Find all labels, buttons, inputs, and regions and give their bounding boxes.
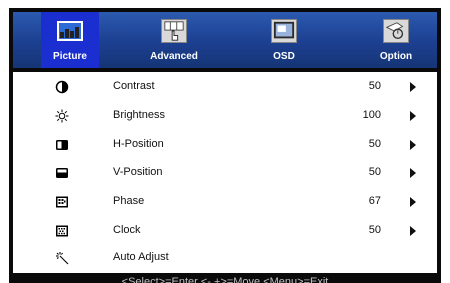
- menu-item-label: Brightness: [113, 109, 165, 121]
- arrow-right-icon[interactable]: [410, 226, 416, 236]
- picture-icon: [53, 16, 87, 46]
- option-icon: [383, 19, 409, 43]
- tab-advanced[interactable]: Advanced: [131, 12, 217, 68]
- arrow-right-icon[interactable]: [410, 168, 416, 178]
- tab-label: Advanced: [150, 51, 198, 62]
- clock-icon: [55, 224, 69, 238]
- arrow-right-icon[interactable]: [410, 140, 416, 150]
- tab-label: OSD: [273, 51, 295, 62]
- tab-label: Picture: [53, 51, 87, 62]
- menu-item-label: Auto Adjust: [113, 251, 169, 263]
- menu-item-contrast[interactable]: Contrast 50: [13, 72, 437, 102]
- tab-picture[interactable]: Picture: [41, 12, 99, 68]
- osd-window: Picture Advanced OSD Option Contrast 50 …: [9, 8, 441, 283]
- auto-adjust-icon: [55, 251, 69, 265]
- status-bar: <Select>=Enter <- +>=Move <Menu>=Exit: [121, 276, 329, 283]
- menu-item-label: Phase: [113, 195, 145, 207]
- tab-osd[interactable]: OSD: [249, 12, 319, 68]
- menu-item-clock[interactable]: Clock 50: [13, 216, 437, 246]
- advanced-icon: [161, 19, 187, 43]
- menu-item-value: 50: [368, 224, 381, 236]
- tab-label: Option: [379, 51, 413, 62]
- menu-item-label: Clock: [113, 224, 141, 236]
- menu-item-value: 100: [362, 109, 381, 121]
- menu-item-value: 50: [368, 166, 381, 178]
- menu-list: Contrast 50 Brightness 100 H-Position 50…: [13, 72, 437, 273]
- menu-item-label: H-Position: [113, 138, 164, 150]
- osd-icon: [271, 19, 297, 43]
- brightness-icon: [55, 109, 69, 123]
- arrow-right-icon[interactable]: [410, 197, 416, 207]
- contrast-icon: [55, 80, 69, 94]
- arrow-right-icon[interactable]: [410, 111, 416, 121]
- menu-item-v-position[interactable]: V-Position 50: [13, 158, 437, 188]
- menu-item-value: 67: [368, 195, 381, 207]
- menu-item-brightness[interactable]: Brightness 100: [13, 101, 437, 131]
- menu-item-label: V-Position: [113, 166, 163, 178]
- tab-option[interactable]: Option: [359, 12, 433, 68]
- arrow-right-icon[interactable]: [410, 82, 416, 92]
- h-position-icon: [55, 138, 69, 152]
- menu-item-value: 50: [368, 138, 381, 150]
- v-position-icon: [55, 166, 69, 180]
- menu-item-value: 50: [368, 80, 381, 92]
- tab-bar: Picture Advanced OSD Option: [13, 12, 437, 68]
- menu-item-auto-adjust[interactable]: Auto Adjust: [13, 243, 437, 273]
- menu-item-label: Contrast: [113, 80, 155, 92]
- menu-item-h-position[interactable]: H-Position 50: [13, 130, 437, 160]
- menu-item-phase[interactable]: Phase 67: [13, 187, 437, 217]
- phase-icon: [55, 195, 69, 209]
